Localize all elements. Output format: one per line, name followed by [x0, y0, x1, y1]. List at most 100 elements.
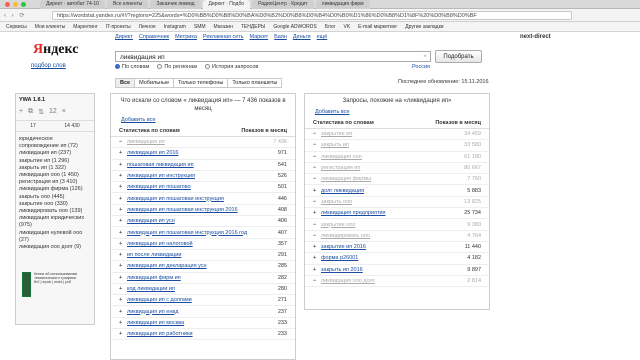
- list-item[interactable]: закрыть ип (1 322): [19, 165, 91, 172]
- keyword-link[interactable]: пошаговая ликвидация ип: [127, 162, 194, 168]
- keyword-link[interactable]: ликвидация ип работники: [127, 331, 193, 337]
- keyword-link[interactable]: ликвидация ип пошаговая инструкция 2016: [127, 207, 238, 213]
- close-icon[interactable]: ×: [62, 108, 66, 116]
- add-icon[interactable]: +: [119, 196, 127, 202]
- nav-link[interactable]: ещё: [317, 34, 328, 40]
- list-item[interactable]: ликвидация ооо (1 450): [19, 172, 91, 179]
- nav-link[interactable]: Рекламная сеть: [203, 34, 244, 40]
- browser-tab[interactable]: РадиоЦентр · Кредит: [252, 0, 314, 9]
- remove-icon[interactable]: −: [313, 278, 321, 284]
- keyword-link[interactable]: регистрация ип: [321, 165, 360, 171]
- keyword-link[interactable]: ликвидация ип енвд: [127, 309, 178, 315]
- list-item[interactable]: ликвидация ип (237): [19, 150, 91, 157]
- bookmark[interactable]: Маркетинг: [73, 24, 97, 30]
- search-input[interactable]: ликвидация ип ×: [115, 51, 431, 62]
- add-icon[interactable]: +: [313, 188, 321, 194]
- keyword-link[interactable]: ликвидация ип пошагово: [127, 184, 191, 190]
- remove-icon[interactable]: −: [313, 154, 321, 160]
- bookmark[interactable]: Личное: [139, 24, 156, 30]
- add-icon[interactable]: +: [119, 286, 127, 292]
- keyword-link[interactable]: ликвидация ип пошаговая инструкция 2016 …: [127, 230, 247, 236]
- list-item[interactable]: закрытие ооо (330): [19, 201, 91, 208]
- bookmark[interactable]: Магазин: [214, 24, 233, 30]
- list-item[interactable]: ликвидация ооо долг (9): [19, 244, 91, 251]
- keyword-link[interactable]: ип после ликвидации: [127, 252, 181, 258]
- keyword-link[interactable]: закрыть ип 2016: [321, 267, 363, 273]
- remove-icon[interactable]: −: [313, 142, 321, 148]
- clear-icon[interactable]: ×: [423, 53, 427, 60]
- nav-link[interactable]: Метрика: [175, 34, 197, 40]
- bookmark[interactable]: SMM: [194, 24, 206, 30]
- keyword-link[interactable]: ликвидация ип: [127, 139, 165, 145]
- nav-link[interactable]: Справочник: [139, 34, 169, 40]
- remove-icon[interactable]: −: [313, 165, 321, 171]
- yandex-logo[interactable]: Яндекс: [33, 42, 78, 58]
- keyword-link[interactable]: ликвидация предприятия: [321, 210, 386, 216]
- list-item[interactable]: регистрация ип (3 410): [19, 179, 91, 186]
- tab-phones[interactable]: Только телефоны: [173, 78, 229, 88]
- bookmark[interactable]: VK: [344, 24, 351, 30]
- add-icon[interactable]: +: [119, 331, 127, 337]
- add-icon[interactable]: +: [119, 173, 127, 179]
- wordstat-subtitle-link[interactable]: подбор слов: [31, 63, 66, 69]
- bookmark[interactable]: IT-проекты: [106, 24, 131, 30]
- add-icon[interactable]: +: [119, 150, 127, 156]
- add-icon[interactable]: +: [313, 255, 321, 261]
- url-field[interactable]: https://wordstat.yandex.ru/#!/?regions=2…: [52, 11, 572, 20]
- add-icon[interactable]: +: [313, 267, 321, 273]
- keyword-link[interactable]: ликвидация ип пошаговая инструкция: [127, 196, 224, 202]
- remove-icon[interactable]: −: [313, 131, 321, 137]
- sort-icon[interactable]: ⇅: [38, 108, 44, 116]
- keyword-link[interactable]: ликвидация ип усн: [127, 218, 175, 224]
- remove-icon[interactable]: −: [313, 222, 321, 228]
- window-controls[interactable]: [5, 2, 26, 7]
- add-icon[interactable]: +: [119, 184, 127, 190]
- radio-by-words[interactable]: По словам: [115, 64, 149, 70]
- nav-link[interactable]: Директ: [115, 34, 133, 40]
- remove-icon[interactable]: −: [313, 176, 321, 182]
- add-icon[interactable]: +: [119, 218, 127, 224]
- add-all-link[interactable]: Добавить все: [111, 115, 295, 125]
- region-selector[interactable]: Россия: [412, 64, 430, 70]
- add-icon[interactable]: +: [119, 252, 127, 258]
- keyword-link[interactable]: код ликвидации ип: [127, 286, 175, 292]
- add-icon[interactable]: +: [119, 241, 127, 247]
- remove-icon[interactable]: −: [119, 139, 127, 145]
- tab-tablets[interactable]: Только планшеты: [227, 78, 283, 88]
- keyword-link[interactable]: ликвидация ооо долг: [321, 278, 375, 284]
- copy-icon[interactable]: ⧉: [28, 108, 33, 116]
- browser-nav-icons[interactable]: ‹ › ⟳: [4, 12, 26, 19]
- add-icon[interactable]: +: [313, 244, 321, 250]
- keyword-link[interactable]: ликвидация фирм ип: [127, 275, 181, 281]
- browser-tab[interactable]: ликвидация фирм: [315, 0, 370, 9]
- bookmark[interactable]: Google ADWORDS: [273, 24, 316, 30]
- keyword-link[interactable]: форма р26001: [321, 255, 358, 261]
- browser-tab[interactable]: Директ · автобат 74-10: [40, 0, 105, 9]
- keyword-link[interactable]: закрыть ип: [321, 142, 349, 148]
- nav-link[interactable]: Баян: [274, 34, 287, 40]
- count-icon[interactable]: 12: [49, 108, 57, 116]
- add-icon[interactable]: +: [119, 162, 127, 168]
- bookmark[interactable]: E-mail маркетинг: [358, 24, 397, 30]
- bookmark[interactable]: Блог: [325, 24, 336, 30]
- nav-link[interactable]: Деньги: [293, 34, 311, 40]
- add-icon[interactable]: +: [119, 297, 127, 303]
- add-icon[interactable]: +: [19, 108, 23, 116]
- browser-tab[interactable]: Заказчик ликвид: [150, 0, 201, 9]
- add-icon[interactable]: +: [119, 207, 127, 213]
- close-window-icon[interactable]: [5, 2, 10, 7]
- list-item[interactable]: ликвидация нулевой ооо (27): [19, 230, 91, 244]
- keyword-link[interactable]: ликвидация ип москва: [127, 320, 184, 326]
- tab-all[interactable]: Все: [115, 78, 136, 88]
- list-item[interactable]: ликвидировать ооо (139): [19, 208, 91, 215]
- add-icon[interactable]: +: [119, 275, 127, 281]
- keyword-link[interactable]: ликвидация ип инструкция: [127, 173, 195, 179]
- keyword-link[interactable]: ликвидация фирмы: [321, 176, 371, 182]
- radio-history[interactable]: История запросов: [205, 64, 258, 70]
- bookmark[interactable]: Мои клиенты: [35, 24, 66, 30]
- keyword-link[interactable]: ликвидация ип декларация усн: [127, 263, 207, 269]
- list-item[interactable]: юридическое сопровождение ип (72): [19, 136, 91, 150]
- list-item[interactable]: ликвидация фирма (126): [19, 186, 91, 193]
- list-item[interactable]: ликвидация юридических (975): [19, 215, 91, 229]
- keyword-link[interactable]: ликвидация ооо: [321, 154, 362, 160]
